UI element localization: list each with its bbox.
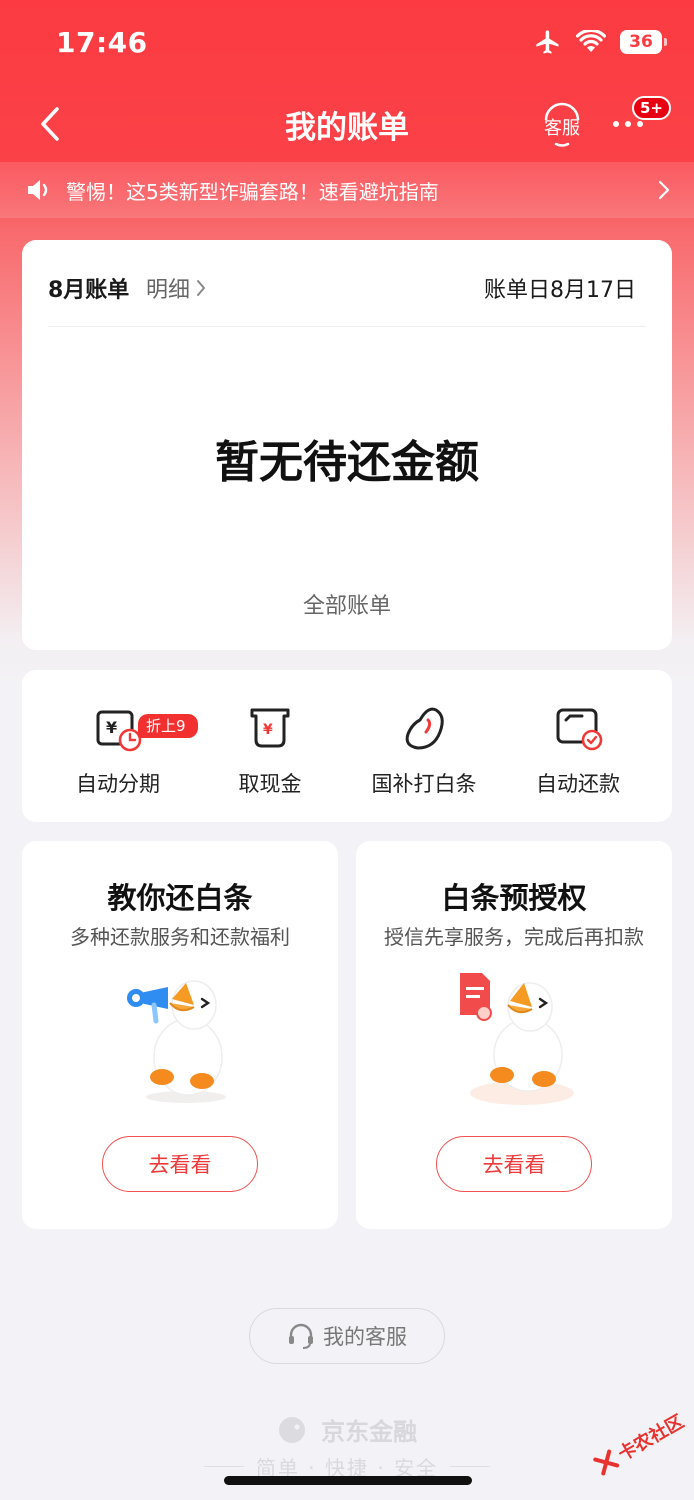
status-bar: 17:46 36 (0, 0, 694, 88)
battery-indicator: 36 (620, 30, 667, 54)
my-customer-service-label: 我的客服 (323, 1325, 407, 1349)
discount-badge: 折上9折 (138, 714, 198, 757)
more-dots-icon (613, 121, 643, 127)
shortcut-auto-repay[interactable]: 自动还款 (498, 696, 658, 806)
wifi-icon (576, 30, 606, 52)
bill-amount: 暂无待还金额 (215, 437, 479, 488)
customer-service-button[interactable]: 客服 (538, 100, 586, 150)
divider (48, 326, 646, 327)
all-bills-link[interactable]: 全部账单 (22, 588, 672, 620)
chevron-right-icon (658, 180, 670, 200)
cash-withdraw-icon: ¥ (250, 708, 290, 748)
promo-subtitle: 授信先享服务，完成后再扣款 (384, 925, 644, 949)
promo-subtitle: 多种还款服务和还款福利 (70, 925, 290, 949)
bill-detail-label: 明细 (146, 278, 191, 303)
page: 17:46 36 我的账单 客服 5+ 警惕！这5类新型诈骗套路！速看避坑指南 … (0, 0, 694, 1500)
watermark: 卡农社区 (579, 1388, 694, 1499)
promo-title: 白条预授权 (441, 881, 587, 915)
my-customer-service-button[interactable]: 我的客服 (249, 1308, 445, 1364)
status-time: 17:46 (56, 26, 148, 59)
promo-go-button[interactable]: 去看看 (436, 1136, 592, 1192)
shortcut-label: 国补打白条 (371, 772, 477, 796)
nav-bar: 我的账单 客服 (0, 88, 694, 160)
promo-card-repay-guide: 教你还白条 多种还款服务和还款福利 去看看 (22, 841, 338, 1229)
promo-go-button[interactable]: 去看看 (102, 1136, 258, 1192)
notice-bar[interactable]: 警惕！这5类新型诈骗套路！速看避坑指南 (0, 162, 694, 218)
bean-icon (405, 707, 444, 750)
page-title: 我的账单 (285, 110, 409, 146)
auto-repay-icon (556, 708, 603, 751)
svg-text:¥: ¥ (263, 722, 273, 738)
shortcut-label: 自动分期 (76, 772, 160, 796)
shortcut-label: 取现金 (238, 772, 302, 796)
status-icons: 36 (534, 28, 667, 56)
headset-icon (289, 1323, 313, 1349)
shortcut-auto-installment[interactable]: ¥ 折上9折 自动分期 (38, 696, 198, 806)
auto-installment-icon: ¥ (96, 710, 142, 752)
airplane-icon (536, 30, 559, 54)
duck-megaphone-illustration (127, 980, 226, 1103)
svg-text:¥: ¥ (106, 718, 117, 737)
shortcut-national-subsidy[interactable]: 国补打白条 (344, 696, 504, 806)
bill-date: 账单日8月17日 (484, 278, 636, 303)
notice-text: 警惕！这5类新型诈骗套路！速看避坑指南 (66, 179, 439, 204)
shortcut-card: ¥ 折上9折 自动分期 ¥ 取现金 国补打白条 自动还款 (22, 670, 672, 822)
bill-month: 8月账单 (48, 278, 130, 303)
bill-detail-link[interactable]: 明细 (146, 272, 206, 304)
service-label: 客服 (544, 118, 580, 139)
duck-document-illustration (460, 973, 574, 1105)
bill-card: 8月账单 明细 账单日8月17日 暂无待还金额 全部账单 (22, 240, 672, 650)
brand-mascot-icon (277, 1415, 307, 1451)
watermark-text: 卡农社区 (614, 1411, 688, 1466)
brand-name: 京东金融 (321, 1418, 418, 1446)
shortcut-cash-withdraw[interactable]: ¥ 取现金 (190, 696, 350, 806)
speaker-icon (28, 180, 48, 200)
home-indicator[interactable] (224, 1476, 472, 1485)
promo-title: 教你还白条 (107, 881, 253, 915)
notification-badge: 5+ (632, 96, 672, 120)
shortcut-label: 自动还款 (536, 772, 620, 796)
promo-card-preauth: 白条预授权 授信先享服务，完成后再扣款 去看看 (356, 841, 672, 1229)
chevron-right-icon (197, 280, 206, 296)
